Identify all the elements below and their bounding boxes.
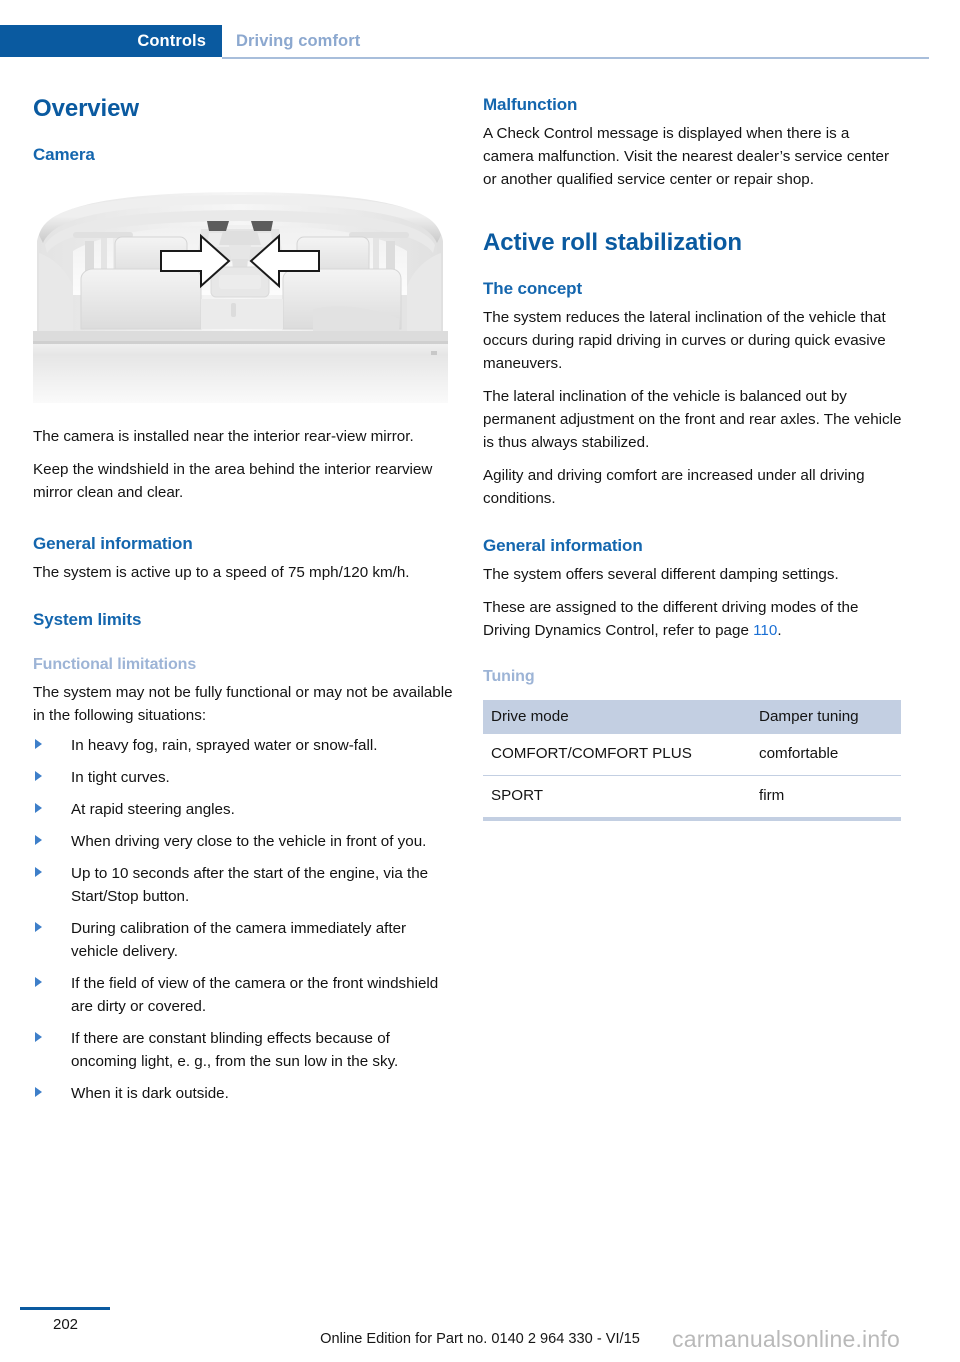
refer-prefix: These are assigned to the different driv…: [483, 599, 859, 639]
section-title-active-roll-stabilization: Active roll stabilization: [483, 229, 742, 256]
header-divider: [222, 57, 929, 59]
triangle-bullet-icon: [35, 921, 42, 932]
triangle-bullet-icon: [35, 802, 42, 813]
list-item: During calibration of the camera immedia…: [33, 917, 453, 963]
list-item-label: In tight curves.: [71, 769, 170, 786]
table-cell-damper-tuning: firm: [751, 775, 901, 821]
page-title: Overview: [33, 95, 139, 122]
list-item: When it is dark outside.: [33, 1082, 453, 1105]
camera-paragraph-2: Keep the windshield in the area behind t…: [33, 461, 433, 501]
heading-malfunction: Malfunction: [483, 95, 578, 114]
list-item: When driving very close to the vehicle i…: [33, 830, 453, 853]
list-item-label: In heavy fog, rain, sprayed water or sno…: [71, 737, 378, 754]
triangle-bullet-icon: [35, 1031, 42, 1042]
tab-driving-comfort[interactable]: Driving comfort: [236, 25, 360, 57]
list-item-label: At rapid steering angles.: [71, 801, 235, 818]
list-item-label: During calibration of the camera immedia…: [71, 920, 407, 960]
list-item: In tight curves.: [33, 766, 453, 789]
refer-to-page-paragraph: These are assigned to the different driv…: [483, 596, 903, 642]
left-column: Overview Camera The camera is installed …: [33, 95, 453, 1105]
camera-paragraph-1: The camera is installed near the interio…: [33, 428, 414, 445]
list-item: In heavy fog, rain, sprayed water or sno…: [33, 734, 453, 757]
concept-paragraph-3: Agility and driving comfort are increase…: [483, 467, 865, 507]
heading-the-concept: The concept: [483, 279, 583, 298]
heading-system-limits: System limits: [33, 610, 142, 629]
general-information-paragraph-right: The system offers several different damp…: [483, 566, 839, 583]
functional-limitations-intro: The system may not be fully functional o…: [33, 684, 453, 724]
malfunction-text: A Check Control message is displayed whe…: [483, 125, 890, 188]
heading-general-information-right: General information: [483, 536, 643, 555]
list-item: If the field of view of the camera or th…: [33, 972, 453, 1018]
heading-functional-limitations: Functional limitations: [33, 656, 197, 673]
table-row: SPORT firm: [483, 775, 901, 821]
watermark: carmanualsonline.info: [672, 1326, 900, 1352]
triangle-bullet-icon: [35, 866, 42, 877]
triangle-bullet-icon: [35, 738, 42, 749]
heading-camera: Camera: [33, 145, 95, 164]
table-row: COMFORT/COMFORT PLUS comfortable: [483, 734, 901, 776]
functional-limitations-list: In heavy fog, rain, sprayed water or sno…: [33, 734, 453, 1105]
refer-suffix: .: [777, 622, 782, 639]
triangle-bullet-icon: [35, 770, 42, 781]
heading-general-information-left: General information: [33, 534, 193, 553]
list-item: Up to 10 seconds after the start of the …: [33, 862, 453, 908]
page-header: Controls Driving comfort: [0, 25, 960, 57]
triangle-bullet-icon: [35, 1086, 42, 1097]
list-item-label: Up to 10 seconds after the start of the …: [71, 865, 429, 905]
tab-controls[interactable]: Controls: [0, 25, 222, 57]
table-header-row: Drive mode Damper tuning: [483, 700, 901, 734]
tab-driving-comfort-label: Driving comfort: [236, 31, 361, 50]
triangle-bullet-icon: [35, 834, 42, 845]
list-item-label: If the field of view of the camera or th…: [71, 975, 439, 1015]
heading-tuning: Tuning: [483, 668, 535, 685]
list-item: If there are constant blinding effects b…: [33, 1027, 453, 1073]
concept-paragraph-2: The lateral inclination of the vehicle i…: [483, 388, 902, 451]
table-cell-drive-mode: SPORT: [483, 775, 751, 821]
page-reference-link[interactable]: 110: [753, 622, 777, 639]
table-cell-drive-mode: COMFORT/COMFORT PLUS: [483, 734, 751, 776]
table-column-header-damper-tuning: Damper tuning: [751, 700, 901, 734]
list-item-label: When it is dark outside.: [71, 1085, 229, 1102]
table-cell-damper-tuning: comfortable: [751, 734, 901, 776]
table-column-header-drive-mode: Drive mode: [483, 700, 751, 734]
tab-controls-label: Controls: [137, 31, 206, 50]
triangle-bullet-icon: [35, 976, 42, 987]
right-column: Malfunction A Check Control message is d…: [483, 95, 903, 821]
footer-divider: [20, 1307, 110, 1310]
concept-paragraph-1: The system reduces the lateral inclinati…: [483, 309, 886, 372]
list-item-label: When driving very close to the vehicle i…: [71, 833, 427, 850]
general-information-text-left: The system is active up to a speed of 75…: [33, 564, 410, 581]
damper-tuning-table: Drive mode Damper tuning COMFORT/COMFORT…: [483, 700, 901, 821]
car-interior-rearview-mirror-illustration: [33, 183, 448, 403]
list-item: At rapid steering angles.: [33, 798, 453, 821]
list-item-label: If there are constant blinding effects b…: [71, 1030, 399, 1070]
